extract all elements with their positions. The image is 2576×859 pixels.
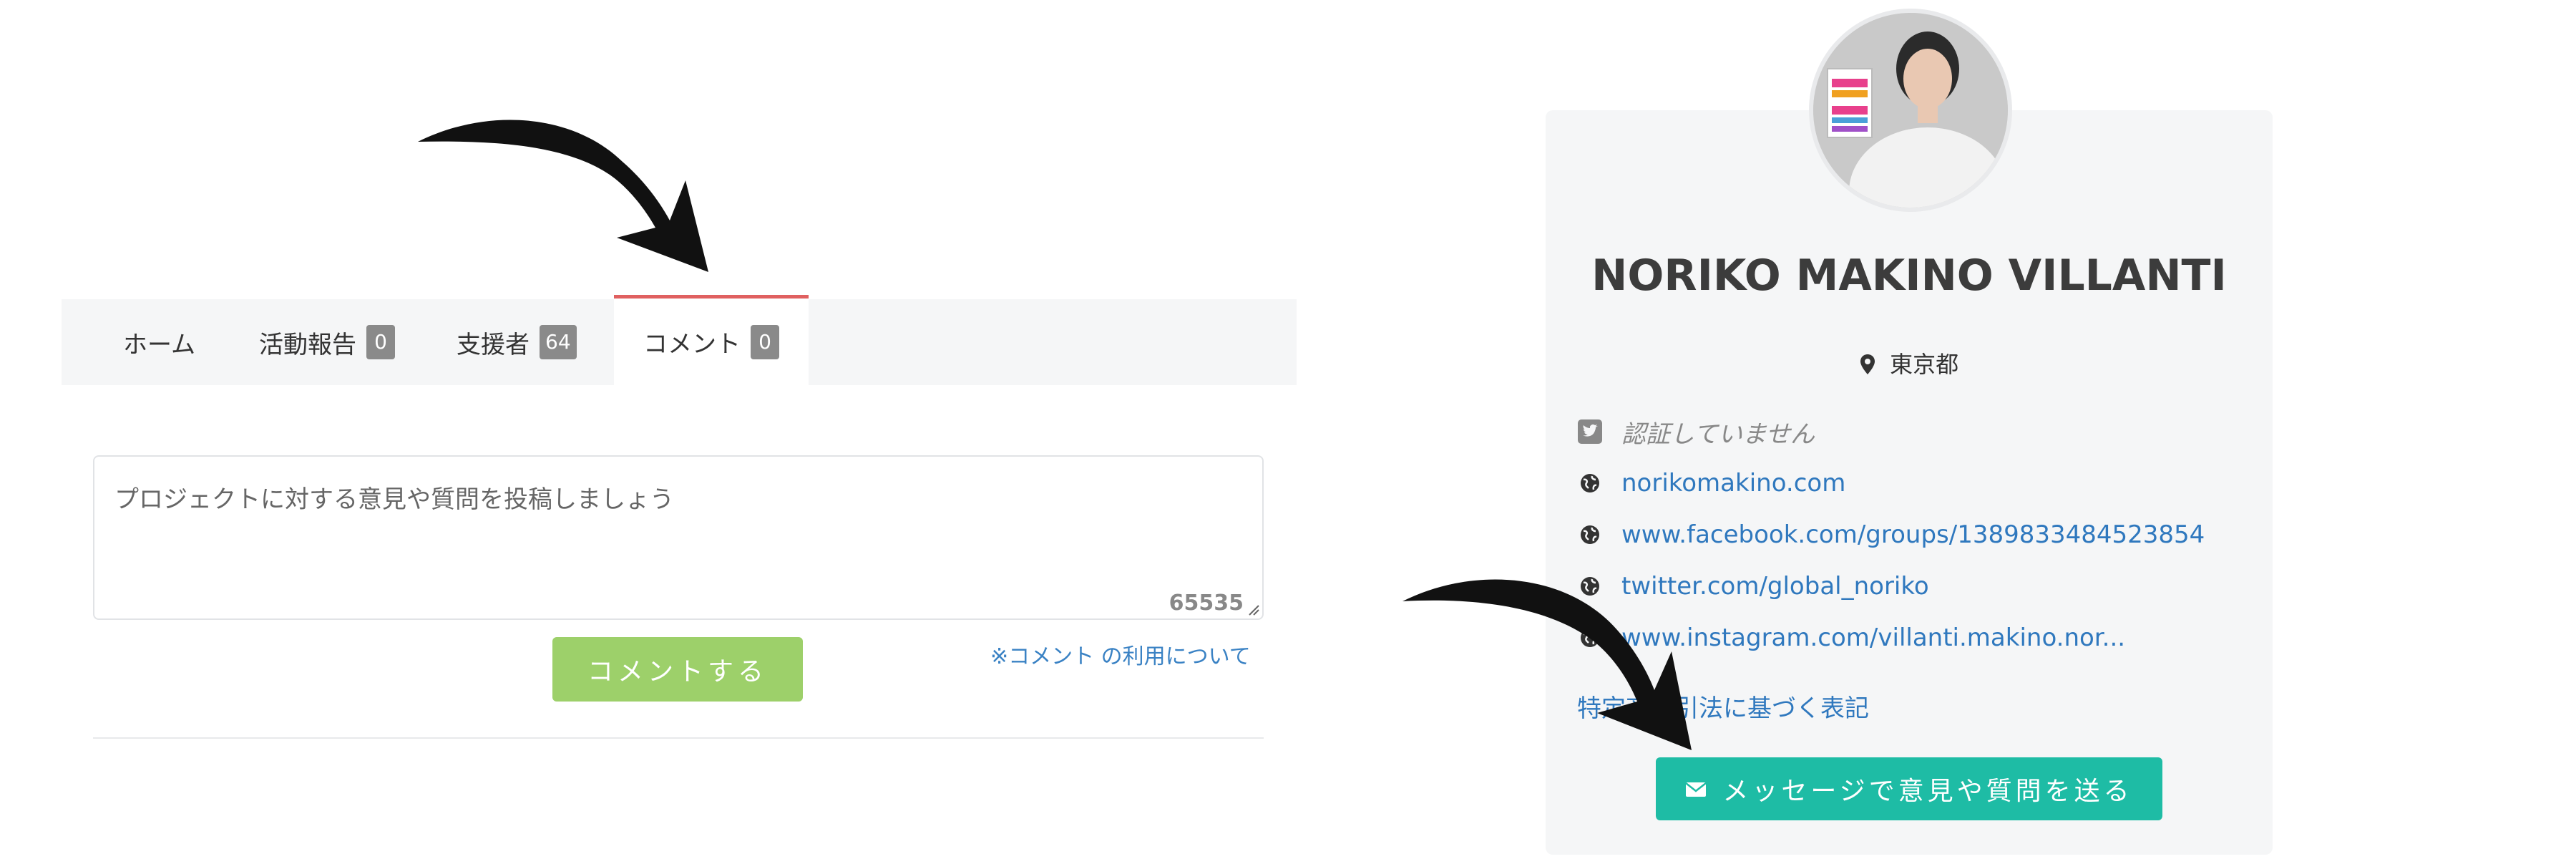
- profile-link-row[interactable]: www.instagram.com/villanti.makino.nor...: [1577, 620, 2125, 656]
- comment-textarea[interactable]: プロジェクトに対する意見や質問を投稿しましょう 65535: [93, 455, 1264, 620]
- char-counter: 65535: [1169, 591, 1244, 616]
- profile-location: 東京都: [1546, 346, 2273, 379]
- tab-home[interactable]: ホーム: [123, 299, 195, 385]
- annotation-arrow-icon: [418, 120, 708, 272]
- twitter-link[interactable]: twitter.com/global_noriko: [1621, 572, 1929, 601]
- website-link[interactable]: norikomakino.com: [1621, 469, 1845, 498]
- globe-icon: [1577, 625, 1603, 651]
- profile-link-row[interactable]: norikomakino.com: [1577, 465, 1845, 501]
- twitter-auth-row: 認証していません: [1577, 414, 1815, 450]
- comment-usage-link[interactable]: ※コメント の利用について: [990, 639, 1251, 670]
- tab-supporters-label: 支援者: [457, 330, 530, 359]
- profile-name: NORIKO MAKINO VILLANTI: [1591, 251, 2227, 301]
- profile-link-row[interactable]: www.facebook.com/groups/1389833484523854: [1577, 517, 2205, 553]
- location-text: 東京都: [1890, 351, 1959, 378]
- comments-count-badge: 0: [751, 324, 779, 359]
- project-tab-bar: ホーム 活動報告 0 支援者 64 コメント 0: [62, 295, 1297, 385]
- legal-notice-link[interactable]: 特定商取引法に基づく表記: [1577, 689, 1869, 724]
- send-message-label: メッセージで意見や質問を送る: [1722, 776, 2133, 805]
- globe-icon: [1577, 470, 1603, 496]
- divider: [93, 737, 1264, 739]
- resize-handle-icon[interactable]: [1246, 603, 1259, 616]
- tab-comments-label: コメント: [643, 330, 741, 359]
- twitter-auth-status: 認証していません: [1621, 419, 1815, 449]
- send-message-button[interactable]: メッセージで意見や質問を送る: [1656, 757, 2162, 820]
- tab-activity-reports-label: 活動報告: [259, 330, 356, 359]
- globe-icon: [1577, 573, 1603, 599]
- tab-home-label: ホーム: [123, 330, 195, 359]
- avatar-photo: [1813, 13, 2008, 208]
- profile-link-row[interactable]: twitter.com/global_noriko: [1577, 568, 1929, 604]
- tab-comments[interactable]: コメント 0: [614, 295, 809, 385]
- facebook-link[interactable]: www.facebook.com/groups/1389833484523854: [1621, 520, 2205, 549]
- instagram-link[interactable]: www.instagram.com/villanti.makino.nor...: [1621, 623, 2125, 652]
- supporters-count-badge: 64: [540, 325, 577, 359]
- twitter-square-icon: [1577, 419, 1603, 445]
- envelope-icon: [1685, 774, 1707, 804]
- tab-supporters[interactable]: 支援者 64: [457, 299, 577, 385]
- submit-comment-button[interactable]: コメントする: [552, 637, 803, 702]
- avatar: [1809, 9, 2012, 212]
- tab-activity-reports[interactable]: 活動報告 0: [259, 299, 395, 385]
- comment-placeholder: プロジェクトに対する意見や質問を投稿しましょう: [114, 485, 674, 514]
- globe-icon: [1577, 522, 1603, 548]
- activity-reports-count-badge: 0: [366, 325, 395, 359]
- map-marker-icon: [1860, 354, 1875, 374]
